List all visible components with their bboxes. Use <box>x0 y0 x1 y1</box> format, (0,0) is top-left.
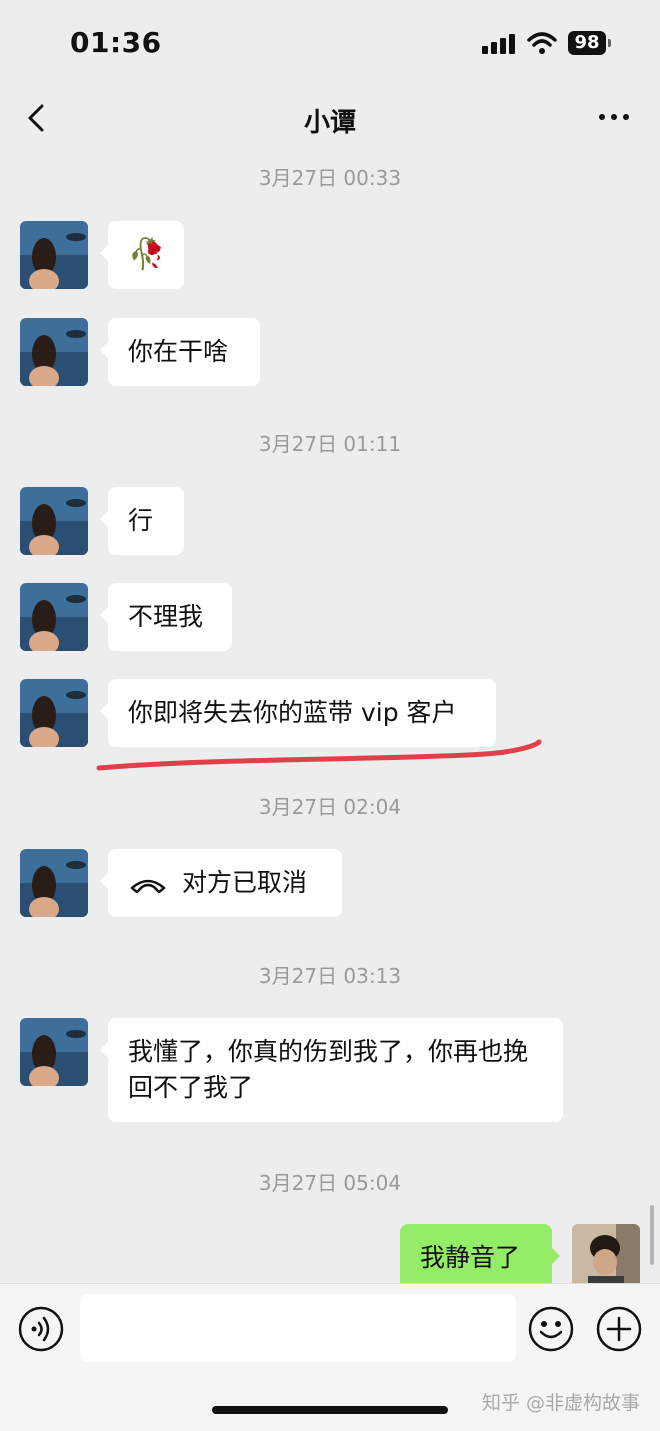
contact-avatar[interactable] <box>20 318 88 386</box>
message-input[interactable] <box>80 1294 516 1362</box>
scrollbar[interactable] <box>650 1205 654 1265</box>
signal-icon <box>482 34 515 54</box>
status-time: 01:36 <box>70 26 162 59</box>
timestamp: 3月27日 00:33 <box>258 166 402 190</box>
home-indicator <box>212 1406 448 1414</box>
timestamp: 3月27日 01:11 <box>258 432 402 456</box>
message-bubble-received[interactable]: 🥀 <box>100 221 184 289</box>
more-dots-icon[interactable] <box>594 102 634 132</box>
message-text: 不理我 <box>128 602 204 631</box>
voice-icon[interactable] <box>18 1306 64 1352</box>
highlight-underline <box>96 739 542 771</box>
message-list[interactable]: 3月27日 00:33 🥀 你在干啥 3月27日 01:11 行 不理我 你即将… <box>0 148 660 1283</box>
chat-title: 小谭 <box>303 108 356 138</box>
phone-hangup-icon <box>130 879 166 894</box>
my-avatar[interactable] <box>572 1224 640 1283</box>
timestamp: 3月27日 05:04 <box>258 1171 402 1195</box>
message-text: 我懂了，你真的伤到我了，你再也挽回不了我了 <box>128 1037 529 1102</box>
message-text: 🥀 <box>128 237 166 272</box>
message-bubble-received[interactable]: 不理我 <box>100 583 232 651</box>
message-text: 你在干啥 <box>128 337 229 366</box>
message-text: 我静音了 <box>420 1243 521 1272</box>
watermark: 知乎 @非虚构故事 <box>482 1392 641 1414</box>
contact-avatar[interactable] <box>20 849 88 917</box>
emoji-icon[interactable] <box>528 1306 574 1352</box>
wifi-icon <box>527 32 557 54</box>
plus-icon[interactable] <box>596 1306 642 1352</box>
contact-avatar[interactable] <box>20 487 88 555</box>
timestamp: 3月27日 03:13 <box>258 964 402 988</box>
chat-header: 小谭 <box>0 88 660 148</box>
contact-avatar[interactable] <box>20 1018 88 1086</box>
message-bubble-received[interactable]: 你在干啥 <box>100 318 260 386</box>
message-text: 行 <box>128 506 154 535</box>
timestamp: 3月27日 02:04 <box>258 795 402 819</box>
contact-avatar[interactable] <box>20 583 88 651</box>
contact-avatar[interactable] <box>20 679 88 747</box>
message-text: 对方已取消 <box>182 868 308 897</box>
battery-cap <box>608 39 611 47</box>
contact-avatar[interactable] <box>20 221 88 289</box>
input-bar: 知乎 @非虚构故事 <box>0 1283 660 1431</box>
status-bar: 01:36 98 <box>0 0 660 88</box>
battery-indicator: 98 <box>568 31 606 55</box>
message-bubble-sent[interactable]: 我静音了 <box>400 1224 560 1283</box>
message-bubble-received[interactable]: 行 <box>100 487 184 555</box>
message-bubble-received[interactable]: 我懂了，你真的伤到我了，你再也挽回不了我了 <box>100 1018 563 1122</box>
message-text: 你即将失去你的蓝带 vip 客户 <box>128 698 457 727</box>
call-cancelled-bubble[interactable]: 对方已取消 <box>100 849 342 917</box>
